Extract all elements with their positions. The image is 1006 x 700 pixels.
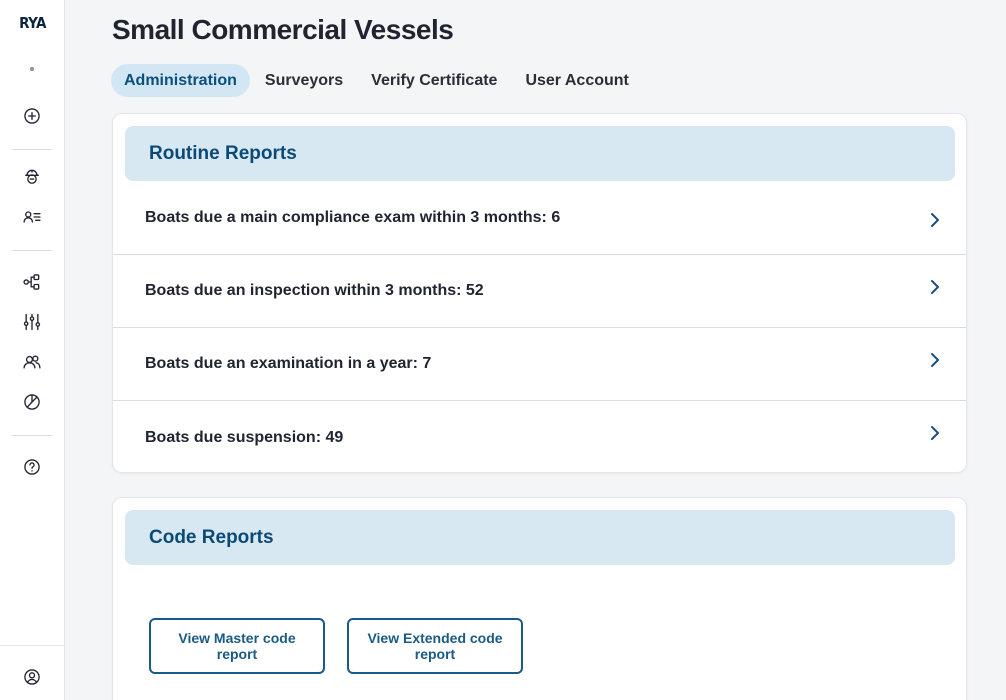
code-reports-card: Code Reports View Master code report Vie… xyxy=(112,497,967,700)
report-row-label: Boats due an inspection within 3 months:… xyxy=(145,282,484,299)
users-icon[interactable] xyxy=(20,350,44,374)
report-row-label: Boats due suspension: 49 xyxy=(145,428,344,446)
help-icon[interactable] xyxy=(20,455,44,479)
add-circle-icon[interactable] xyxy=(20,104,44,128)
tab-bar: Administration Surveyors Verify Certific… xyxy=(111,64,644,98)
pie-chart-icon[interactable] xyxy=(20,390,44,414)
report-row-inspection[interactable]: Boats due an inspection within 3 months:… xyxy=(113,255,966,328)
workflow-icon[interactable] xyxy=(20,270,44,294)
view-extended-code-report-button[interactable]: View Extended code report xyxy=(347,618,523,674)
sidebar: RYA xyxy=(0,0,65,700)
view-master-code-report-button[interactable]: View Master code report xyxy=(149,618,325,674)
tab-user-account[interactable]: User Account xyxy=(512,64,641,97)
report-row-label: Boats due a main compliance exam within … xyxy=(145,209,561,226)
sidebar-divider xyxy=(12,149,52,150)
routine-reports-header: Routine Reports xyxy=(125,126,955,181)
account-circle-icon[interactable] xyxy=(20,665,44,689)
tab-verify-certificate[interactable]: Verify Certificate xyxy=(358,64,510,97)
chevron-right-icon xyxy=(930,425,940,441)
sidebar-divider xyxy=(0,645,65,646)
chevron-right-icon xyxy=(930,212,940,228)
report-row-examination[interactable]: Boats due an examination in a year: 7 xyxy=(113,328,966,401)
rya-logo[interactable]: RYA xyxy=(0,14,65,32)
inspector-badge-icon[interactable] xyxy=(20,165,44,189)
routine-reports-card: Routine Reports Boats due a main complia… xyxy=(112,113,967,473)
tab-surveyors[interactable]: Surveyors xyxy=(252,64,356,97)
sidebar-divider xyxy=(12,435,52,436)
code-reports-header: Code Reports xyxy=(125,510,955,565)
report-row-suspension[interactable]: Boats due suspension: 49 xyxy=(113,401,966,474)
status-dot xyxy=(30,67,34,71)
chevron-right-icon xyxy=(930,279,940,295)
sliders-icon[interactable] xyxy=(20,310,44,334)
page-title: Small Commercial Vessels xyxy=(112,14,454,45)
user-list-icon[interactable] xyxy=(20,205,44,229)
report-row-label: Boats due an examination in a year: 7 xyxy=(145,355,432,372)
sidebar-divider xyxy=(12,250,52,251)
tab-administration[interactable]: Administration xyxy=(111,64,250,97)
chevron-right-icon xyxy=(930,352,940,368)
report-row-main-compliance[interactable]: Boats due a main compliance exam within … xyxy=(113,182,966,255)
